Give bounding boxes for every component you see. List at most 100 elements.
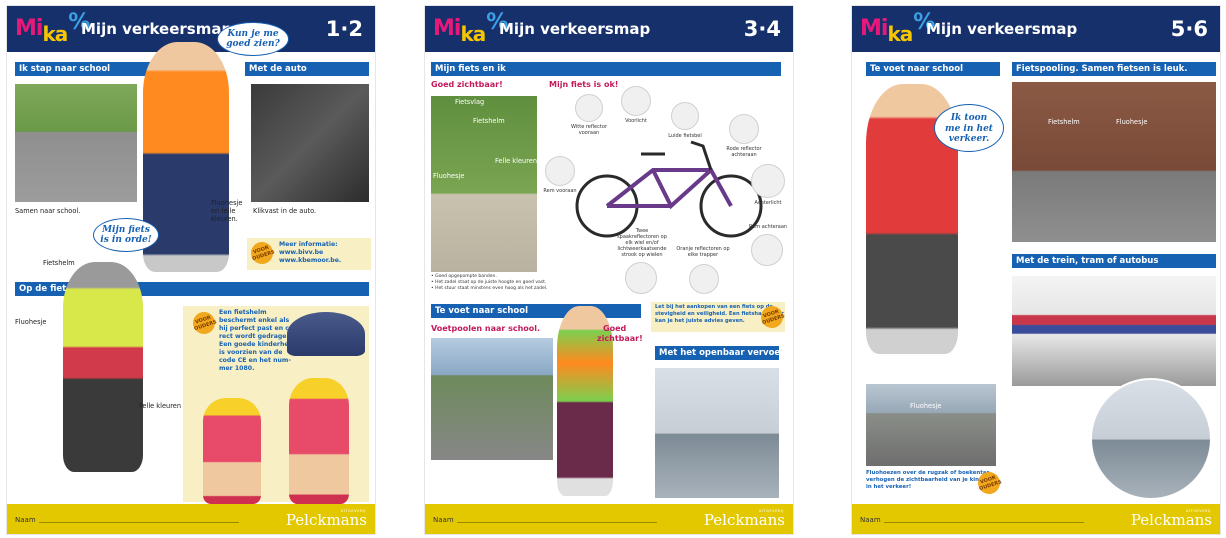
caption-fietshelm: Fietshelm — [43, 259, 75, 267]
helmet-info-line: rect wordt gedragen. — [219, 333, 294, 340]
caption-fluohesje-felle-1: Fluohesje — [211, 199, 243, 207]
advice-line: Let bij het aankopen van een fiets op de — [655, 304, 773, 310]
caption-line: Fluohoezen over de rugzak of boekentas — [866, 470, 990, 476]
worksheet-page-5-6: Mika% Mijn verkeersmap 5·6 Te voet naar … — [852, 6, 1220, 534]
label-fluohesje: Fluohesje — [1116, 118, 1148, 126]
label-felle-kleuren: Felle kleuren — [495, 157, 537, 165]
section-ik-stap-naar-school: Ik stap naar school — [15, 62, 160, 76]
photo-girl-in-car — [251, 84, 369, 202]
label-witte-reflector: Witte reflector vooraan — [571, 124, 607, 136]
helmet-info-line: Een fietshelm — [219, 309, 267, 316]
caption-klikvast: Klikvast in de auto. — [253, 207, 317, 215]
advice-box: Let bij het aankopen van een fiets op de… — [651, 302, 786, 332]
photo-walking-group — [431, 338, 553, 460]
photo-bus-boarding — [655, 368, 779, 498]
caption-fluohesje: Fluohesje — [15, 318, 47, 326]
detail-rear-reflector — [729, 114, 759, 144]
naam-label: Naam — [860, 516, 881, 524]
speech-bubble: Ik toon me in het verkeer. — [934, 104, 1004, 152]
subhead-goed-zichtbaar-1: Goed — [603, 324, 627, 333]
footer-bar: Naam UITGEVERIJ Pelckmans — [852, 504, 1220, 534]
page-number: 3·4 — [743, 17, 781, 41]
label-fietshelm: Fietshelm — [1048, 118, 1080, 126]
page-number: 5·6 — [1170, 17, 1208, 41]
label-oranje-reflectoren: Oranje reflectoren op elke trapper — [676, 246, 730, 258]
helmet-info-line: is voorzien van de — [219, 349, 283, 356]
photo-walking-to-school — [15, 84, 137, 202]
footer-bar: Naam UITGEVERIJ Pelckmans — [425, 504, 793, 534]
info-box-more-information: VOOR OUDERS Meer informatie: www.bivv.be… — [247, 238, 371, 270]
subhead-goed-zichtbaar: Goed zichtbaar! — [431, 80, 503, 89]
section-trein-tram-autobus: Met de trein, tram of autobus — [1012, 254, 1216, 268]
photo-train-boarding — [1012, 276, 1216, 386]
mika-logo: Mika% — [860, 10, 935, 46]
caption-fluohesje-felle-3: kleuren. — [211, 215, 238, 223]
bike-checklist: • Goed opgepompte banden. • Het zadel st… — [431, 274, 581, 291]
page-number: 1·2 — [325, 17, 363, 41]
publisher-logo: Pelckmans — [1130, 511, 1212, 529]
photo-girl-pink-dress — [289, 378, 349, 504]
bullet-item: • Het stuur staat minstens even hoog als… — [431, 285, 548, 291]
info-line-1: Meer informatie: — [279, 241, 338, 248]
photo-cycling-group — [1012, 82, 1216, 242]
label-rem-vooraan: Rem vooraan — [543, 188, 577, 194]
subhead-mijn-fiets-ok: Mijn fiets is ok! — [549, 80, 619, 89]
label-spaakreflectoren: Twee spaakreflectoren op elk wiel en/of … — [617, 228, 667, 258]
detail-rear-brake — [751, 234, 783, 266]
naam-write-line[interactable] — [884, 522, 1084, 523]
label-fluohesje: Fluohesje — [433, 172, 465, 180]
photo-boy-on-bike — [63, 262, 143, 472]
helmet-info-line: beschermt enkel als — [219, 317, 290, 324]
section-te-voet-naar-school: Te voet naar school — [866, 62, 1000, 76]
naam-label: Naam — [433, 516, 454, 524]
speech-bubble-bike: Mijn fiets is in orde! — [93, 218, 159, 252]
info-line-2: www.bivv.be — [279, 249, 324, 256]
label-rode-reflector: Rode reflector achteraan — [726, 146, 762, 158]
header-title: Mijn verkeersmap — [81, 20, 233, 38]
publisher-logo: Pelckmans — [285, 511, 367, 529]
label-achterlicht: Achterlicht — [754, 200, 782, 206]
label-voorlicht: Voorlicht — [625, 118, 647, 124]
caption-line: verhogen de zichtbaarheid van je kind — [866, 477, 983, 483]
caption-felle-kleuren: Felle kleuren — [139, 402, 181, 410]
naam-label: Naam — [15, 516, 36, 524]
label-luide-fietsbel: Luide fietsbel — [668, 133, 702, 139]
page-header: Mika% Mijn verkeersmap 3·4 — [425, 6, 793, 52]
subhead-goed-zichtbaar-2: zichtbaar! — [597, 334, 643, 343]
helmet-info-line: mer 1080. — [219, 365, 255, 372]
section-fietspooling: Fietspooling. Samen fietsen is leuk. — [1012, 62, 1216, 76]
label-fietsvlag: Fietsvlag — [455, 98, 485, 106]
label-fietshelm: Fietshelm — [473, 117, 505, 125]
caption-line: in het verkeer! — [866, 484, 912, 490]
photo-road-walking — [866, 384, 996, 466]
detail-rear-light — [751, 164, 785, 198]
header-title: Mijn verkeersmap — [499, 20, 651, 38]
caption-samen: Samen naar school. — [15, 207, 81, 215]
footer-bar: Naam UITGEVERIJ Pelckmans — [7, 504, 375, 534]
advice-line: kan je het juiste advies geven. — [655, 318, 745, 324]
detail-reflector-front — [575, 94, 603, 122]
mika-logo: Mika% — [15, 10, 90, 46]
section-met-de-auto: Met de auto — [245, 62, 369, 76]
label-fluohesje-road: Fluohesje — [910, 402, 942, 410]
detail-pedal-reflector — [689, 264, 719, 294]
caption-fluohesje-felle-2: en felle — [211, 207, 236, 215]
worksheet-page-3-4: Mika% Mijn verkeersmap 3·4 Mijn fiets en… — [425, 6, 793, 534]
publisher-logo: Pelckmans — [703, 511, 785, 529]
worksheet-page-1-2: Mika% Mijn verkeersmap 1·2 Kun je me goe… — [7, 6, 375, 534]
page-header: Mika% Mijn verkeersmap 5·6 — [852, 6, 1220, 52]
ouders-badge: VOOR OUDERS — [248, 239, 276, 267]
photo-girl-yellow-helmet — [203, 398, 261, 504]
helmet-info-line: code CE en het num- — [219, 357, 291, 364]
mika-logo: Mika% — [433, 10, 508, 46]
section-te-voet-naar-school: Te voet naar school — [431, 304, 641, 318]
detail-front-brake — [545, 156, 575, 186]
speech-bubble: Kun je me goed zien? — [217, 22, 289, 56]
naam-write-line[interactable] — [457, 522, 657, 523]
info-line-3: www.kbemoor.be. — [279, 257, 342, 264]
photo-kids-in-bus — [1090, 378, 1212, 500]
section-openbaar-vervoer: Met het openbaar vervoer — [655, 346, 779, 360]
detail-spoke-reflectors — [625, 262, 657, 294]
naam-write-line[interactable] — [39, 522, 239, 523]
helmet-info-line: Een goede kinderhelm — [219, 341, 298, 348]
